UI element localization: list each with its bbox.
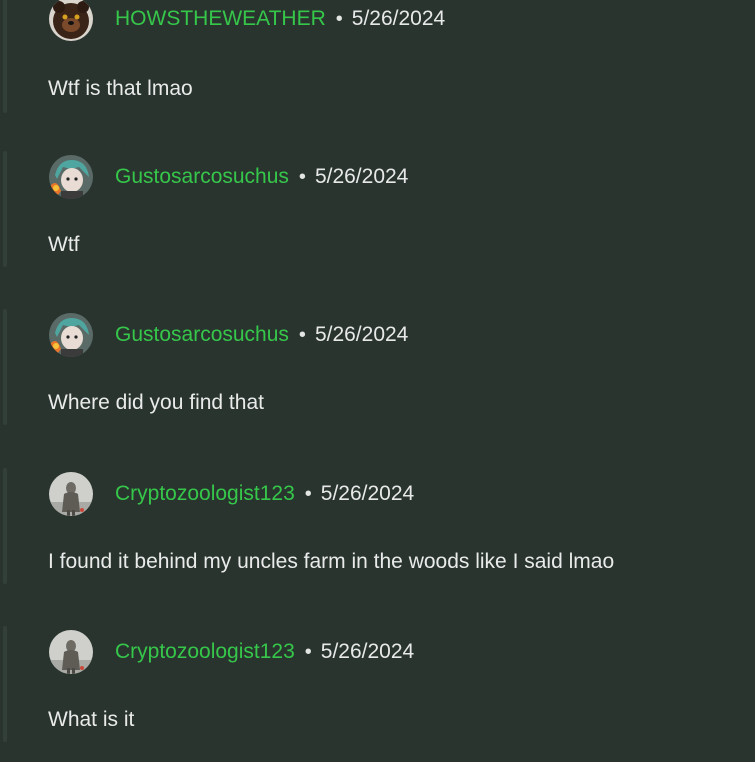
thread-line bbox=[3, 309, 7, 425]
comment-text: I found it behind my uncles farm in the … bbox=[48, 550, 615, 573]
comment-header: Gustosarcosuchus • 5/26/2024 bbox=[49, 313, 408, 357]
username-link[interactable]: Cryptozoologist123 bbox=[115, 640, 295, 664]
anime-avatar-icon[interactable] bbox=[49, 313, 93, 357]
username-link[interactable]: HOWSTHEWEATHER bbox=[115, 7, 326, 31]
thread-line bbox=[3, 151, 7, 267]
anime-avatar-icon[interactable] bbox=[49, 155, 93, 199]
thread-line bbox=[3, 0, 7, 113]
thread-line bbox=[3, 626, 7, 742]
figure-avatar-icon[interactable] bbox=[49, 472, 93, 516]
separator-dot: • bbox=[304, 640, 312, 663]
separator-dot: • bbox=[304, 482, 312, 505]
comment-text: Where did you find that bbox=[48, 391, 264, 414]
username-link[interactable]: Gustosarcosuchus bbox=[115, 165, 289, 189]
thread-line bbox=[3, 468, 7, 584]
comment-date: 5/26/2024 bbox=[320, 640, 415, 663]
comment-header: HOWSTHEWEATHER • 5/26/2024 bbox=[49, 0, 445, 41]
separator-dot: • bbox=[298, 165, 306, 188]
comment-header: Cryptozoologist123 • 5/26/2024 bbox=[49, 630, 414, 674]
comment-item: Cryptozoologist123 • 5/26/2024 I found i… bbox=[0, 468, 755, 630]
comment-date: 5/26/2024 bbox=[314, 323, 409, 346]
comment-header: Gustosarcosuchus • 5/26/2024 bbox=[49, 155, 408, 199]
username-link[interactable]: Cryptozoologist123 bbox=[115, 482, 295, 506]
bear-avatar-icon[interactable] bbox=[49, 0, 93, 41]
comment-date: 5/26/2024 bbox=[314, 165, 409, 188]
comment-item: Gustosarcosuchus • 5/26/2024 Where did y… bbox=[0, 309, 755, 471]
comment-text: What is it bbox=[48, 708, 135, 731]
username-link[interactable]: Gustosarcosuchus bbox=[115, 323, 289, 347]
separator-dot: • bbox=[335, 7, 343, 30]
comment-header: Cryptozoologist123 • 5/26/2024 bbox=[49, 472, 414, 516]
comment-item: Cryptozoologist123 • 5/26/2024 What is i… bbox=[0, 626, 755, 762]
comment-text: Wtf is that lmao bbox=[48, 77, 193, 100]
comment-date: 5/26/2024 bbox=[351, 7, 446, 30]
comment-feed: HOWSTHEWEATHER • 5/26/2024 Wtf is that l… bbox=[0, 0, 755, 762]
comment-item: Gustosarcosuchus • 5/26/2024 Wtf bbox=[0, 151, 755, 313]
figure-avatar-icon[interactable] bbox=[49, 630, 93, 674]
comment-item: HOWSTHEWEATHER • 5/26/2024 Wtf is that l… bbox=[0, 0, 755, 155]
comment-text: Wtf bbox=[48, 233, 80, 256]
separator-dot: • bbox=[298, 323, 306, 346]
comment-date: 5/26/2024 bbox=[320, 482, 415, 505]
